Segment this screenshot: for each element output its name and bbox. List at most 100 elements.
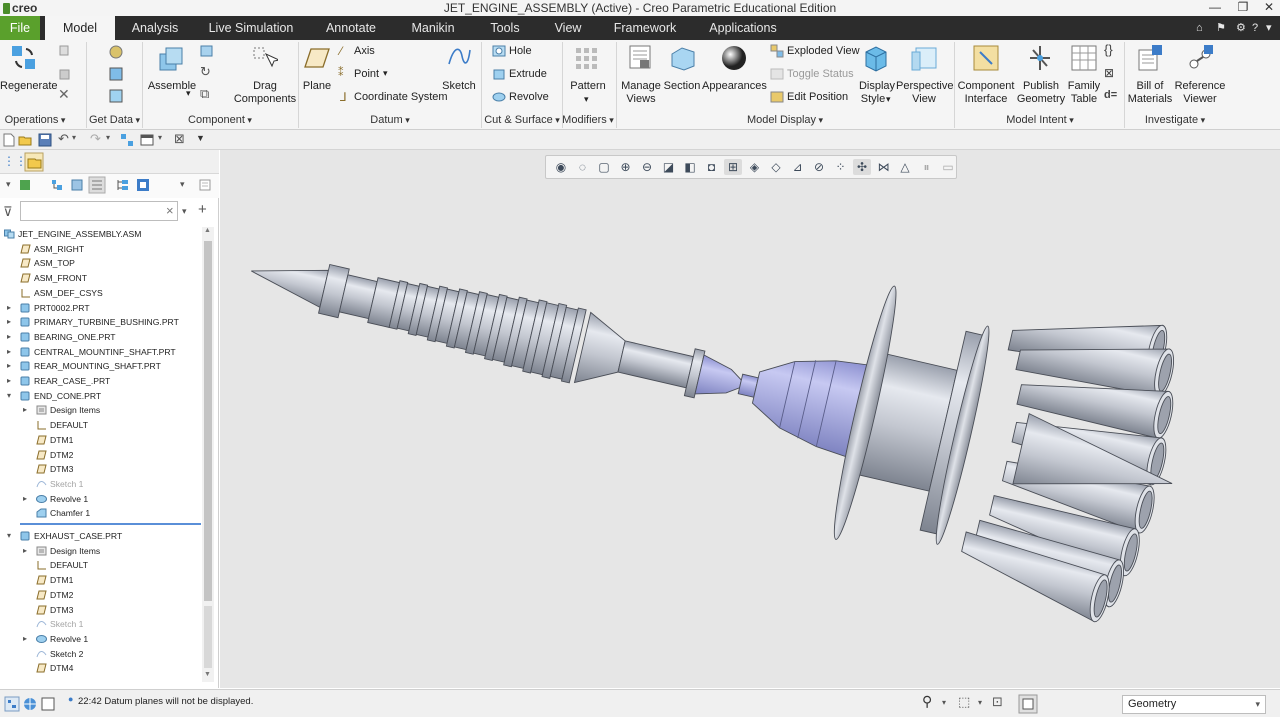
- revolve-button[interactable]: Revolve: [509, 91, 549, 104]
- tree-expander-icon[interactable]: ▸: [7, 374, 11, 388]
- create-component-icon[interactable]: [200, 44, 214, 58]
- appearances-icon[interactable]: [720, 44, 748, 72]
- shrinkwrap-icon[interactable]: [108, 88, 124, 104]
- open-folder-icon[interactable]: [18, 133, 32, 147]
- tree-expander-icon[interactable]: ▸: [23, 492, 27, 506]
- family-table-label-1[interactable]: Family: [1064, 80, 1104, 93]
- close-button[interactable]: ✕: [1256, 0, 1280, 16]
- delete-icon[interactable]: ✕: [58, 86, 70, 103]
- restore-button[interactable]: ❐: [1230, 0, 1256, 16]
- chevron-down-icon[interactable]: ▾: [942, 698, 946, 707]
- tab-tools[interactable]: Tools: [482, 16, 528, 40]
- tree-item[interactable]: Sketch 2: [0, 647, 202, 661]
- tab-manikin[interactable]: Manikin: [402, 16, 464, 40]
- tree-item[interactable]: DTM1: [0, 573, 202, 587]
- tree-columns-icon[interactable]: [50, 178, 64, 192]
- coordinate-system-button[interactable]: Coordinate System: [354, 91, 448, 104]
- settings-tree-icon[interactable]: [116, 178, 130, 192]
- exploded-view-button[interactable]: Exploded View: [787, 45, 860, 58]
- display-style-icon[interactable]: [862, 44, 890, 72]
- tree-item[interactable]: DEFAULT: [0, 418, 202, 432]
- user-defined-feature-icon[interactable]: [108, 44, 124, 60]
- fullscreen-icon[interactable]: [40, 696, 56, 712]
- assemble-icon[interactable]: [156, 44, 186, 74]
- axis-button[interactable]: Axis: [354, 45, 375, 58]
- tree-item[interactable]: ▾ END_CONE.PRT: [0, 389, 202, 403]
- tree-expander-icon[interactable]: ▸: [7, 301, 11, 315]
- perspective-view-label-2[interactable]: View: [896, 93, 952, 106]
- appearances-button[interactable]: Appearances: [702, 80, 767, 93]
- drag-label-1[interactable]: Drag: [230, 80, 300, 93]
- tree-expander-icon[interactable]: ▸: [7, 315, 11, 329]
- tab-file[interactable]: File: [0, 16, 40, 40]
- tree-expander-icon[interactable]: ▾: [7, 529, 11, 543]
- tree-item[interactable]: ▸ BEARING_ONE.PRT: [0, 330, 202, 344]
- scrollbar-thumb[interactable]: [204, 241, 212, 601]
- plane-icon[interactable]: [304, 46, 330, 70]
- sketch-button[interactable]: Sketch: [438, 80, 480, 93]
- publish-geometry-label-2[interactable]: Geometry: [1014, 93, 1068, 106]
- tree-search-input[interactable]: [20, 201, 178, 221]
- sketch-icon[interactable]: [446, 44, 472, 70]
- group-operations[interactable]: Operations: [0, 113, 70, 127]
- extrude-button[interactable]: Extrude: [509, 68, 547, 81]
- plane-button[interactable]: Plane: [298, 80, 336, 93]
- component-interface-label-1[interactable]: Component: [956, 80, 1016, 93]
- redo-icon[interactable]: ↷: [90, 131, 101, 147]
- expand-tree-icon[interactable]: [136, 178, 150, 192]
- group-investigate[interactable]: Investigate: [1140, 113, 1210, 127]
- switch-dimensions-button[interactable]: d=: [1104, 89, 1117, 101]
- tree-item[interactable]: Sketch 1: [0, 477, 202, 491]
- smart-select-icon[interactable]: [1018, 694, 1038, 714]
- component-interface-label-2[interactable]: Interface: [956, 93, 1016, 106]
- bill-of-materials-label-2[interactable]: Materials: [1126, 93, 1174, 106]
- tree-item[interactable]: DTM2: [0, 448, 202, 462]
- group-cut-surface[interactable]: Cut & Surface: [482, 113, 562, 127]
- jet-engine-model[interactable]: [220, 150, 1280, 688]
- show-icon[interactable]: [18, 178, 32, 192]
- selection-filter-dropdown[interactable]: Geometry: [1122, 695, 1266, 714]
- tree-item[interactable]: ▸ PRIMARY_TURBINE_BUSHING.PRT: [0, 315, 202, 329]
- tree-expander-icon[interactable]: ▸: [23, 632, 27, 646]
- copy-geometry-icon[interactable]: [108, 66, 124, 82]
- manage-views-icon[interactable]: [628, 44, 654, 72]
- tree-item[interactable]: Sketch 1: [0, 617, 202, 631]
- group-get-data[interactable]: Get Data: [87, 113, 142, 127]
- regenerate-button[interactable]: Regenerate: [0, 80, 58, 93]
- perspective-view-label-1[interactable]: Perspective: [896, 80, 953, 93]
- help-question-icon[interactable]: ?: [1252, 16, 1258, 40]
- chevron-down-icon[interactable]: ▾: [6, 179, 11, 190]
- pattern-button[interactable]: Pattern: [564, 80, 612, 93]
- tree-item[interactable]: ASM_FRONT: [0, 271, 202, 285]
- point-button[interactable]: Point: [354, 68, 379, 81]
- notification-icon[interactable]: ⚑: [1216, 16, 1226, 40]
- reference-viewer-label-2[interactable]: Viewer: [1172, 93, 1228, 106]
- layer-tree-icon[interactable]: [70, 178, 84, 192]
- group-model-display[interactable]: Model Display: [730, 113, 840, 127]
- tree-filters-icon[interactable]: [88, 176, 106, 194]
- tree-item[interactable]: ▸ REAR_CASE_.PRT: [0, 374, 202, 388]
- tree-toggle-icon[interactable]: [4, 696, 20, 712]
- hole-button[interactable]: Hole: [509, 45, 532, 58]
- selection-box-icon[interactable]: ⬚: [958, 694, 970, 710]
- new-file-icon[interactable]: [2, 133, 16, 147]
- tree-item[interactable]: ▸ REAR_MOUNTING_SHAFT.PRT: [0, 359, 202, 373]
- close-window-icon[interactable]: ⊠: [174, 131, 185, 147]
- family-table-label-2[interactable]: Table: [1064, 93, 1104, 106]
- scroll-up-icon[interactable]: ▲: [204, 227, 211, 234]
- tree-item[interactable]: JET_ENGINE_ASSEMBLY.ASM: [0, 227, 202, 241]
- chevron-down-icon[interactable]: ▾: [106, 133, 110, 142]
- group-datum[interactable]: Datum: [330, 113, 450, 127]
- windows-icon[interactable]: [140, 133, 154, 147]
- tree-scrollbar[interactable]: ▲ ▼: [202, 227, 214, 682]
- chevron-down-icon[interactable]: ▾: [158, 133, 162, 142]
- group-component[interactable]: Component: [160, 113, 280, 127]
- tab-live-simulation[interactable]: Live Simulation: [202, 16, 300, 40]
- reference-viewer-icon[interactable]: [1186, 44, 1214, 72]
- paste-icon[interactable]: [58, 67, 72, 81]
- tab-applications[interactable]: Applications: [702, 16, 784, 40]
- tab-model[interactable]: Model: [45, 16, 115, 40]
- tree-item[interactable]: DEFAULT: [0, 558, 202, 572]
- tab-analysis[interactable]: Analysis: [120, 16, 190, 40]
- drag-label-2[interactable]: Components: [230, 93, 300, 106]
